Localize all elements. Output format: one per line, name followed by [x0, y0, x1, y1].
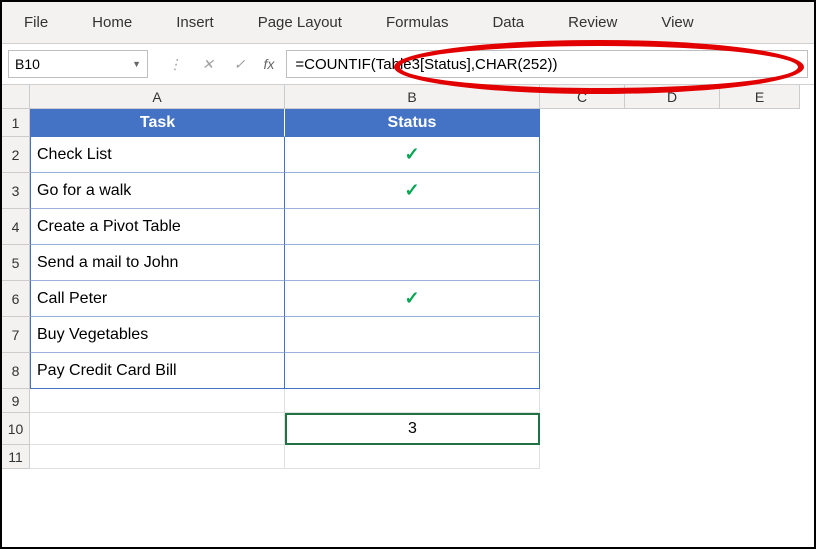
col-header-E[interactable]: E [720, 85, 800, 109]
cell-A9[interactable] [30, 389, 285, 413]
col-header-A[interactable]: A [30, 85, 285, 109]
cell-B4[interactable] [285, 209, 540, 245]
cell-B3[interactable]: ✓ [285, 173, 540, 209]
ellipsis-icon[interactable]: ⋮ [158, 53, 192, 76]
col-D-area[interactable] [625, 109, 720, 469]
cell-A7[interactable]: Buy Vegetables [30, 317, 285, 353]
row-headers: 1 2 3 4 5 6 7 8 9 10 11 [2, 109, 30, 539]
fx-icon[interactable]: fx [255, 53, 282, 75]
cell-B7[interactable] [285, 317, 540, 353]
formula-input[interactable]: =COUNTIF(Table3[Status],CHAR(252)) [286, 50, 808, 78]
cell-B5[interactable] [285, 245, 540, 281]
ribbon-tab-formulas[interactable]: Formulas [364, 6, 471, 39]
cell-A11[interactable] [30, 445, 285, 469]
ribbon-tabs: File Home Insert Page Layout Formulas Da… [2, 2, 814, 44]
formula-icons: ⋮ ✕ ✓ [158, 53, 255, 76]
cell-B10-selected[interactable]: 3 [285, 413, 540, 445]
cell-B8[interactable] [285, 353, 540, 389]
ribbon-tab-home[interactable]: Home [70, 6, 154, 39]
cell-B2[interactable]: ✓ [285, 137, 540, 173]
col-C-area[interactable] [540, 109, 625, 469]
name-box-value: B10 [15, 56, 40, 72]
row-header-6[interactable]: 6 [2, 281, 30, 317]
row-header-7[interactable]: 7 [2, 317, 30, 353]
cell-A2[interactable]: Check List [30, 137, 285, 173]
row-header-4[interactable]: 4 [2, 209, 30, 245]
col-header-B[interactable]: B [285, 85, 540, 109]
row-header-2[interactable]: 2 [2, 137, 30, 173]
row-header-10[interactable]: 10 [2, 413, 30, 445]
row-header-1[interactable]: 1 [2, 109, 30, 137]
cell-A4[interactable]: Create a Pivot Table [30, 209, 285, 245]
cell-B9[interactable] [285, 389, 540, 413]
enter-icon[interactable]: ✓ [224, 53, 256, 76]
cell-A5[interactable]: Send a mail to John [30, 245, 285, 281]
row-header-11[interactable]: 11 [2, 445, 30, 469]
ribbon-tab-pagelayout[interactable]: Page Layout [236, 6, 364, 39]
cancel-icon[interactable]: ✕ [192, 53, 224, 76]
table-header-task[interactable]: Task [30, 109, 285, 137]
cell-A8[interactable]: Pay Credit Card Bill [30, 353, 285, 389]
col-header-C[interactable]: C [540, 85, 625, 109]
ribbon-tab-review[interactable]: Review [546, 6, 639, 39]
row-header-3[interactable]: 3 [2, 173, 30, 209]
cell-B6[interactable]: ✓ [285, 281, 540, 317]
row-header-8[interactable]: 8 [2, 353, 30, 389]
cell-A3[interactable]: Go for a walk [30, 173, 285, 209]
cell-B11[interactable] [285, 445, 540, 469]
row-header-9[interactable]: 9 [2, 389, 30, 413]
col-header-D[interactable]: D [625, 85, 720, 109]
cells-area[interactable]: Task Status Check List ✓ Go for a walk ✓… [30, 109, 800, 539]
select-all-corner[interactable] [2, 85, 30, 109]
ribbon-tab-view[interactable]: View [639, 6, 715, 39]
cell-A6[interactable]: Call Peter [30, 281, 285, 317]
formula-bar: B10 ▼ ⋮ ✕ ✓ fx =COUNTIF(Table3[Status],C… [2, 44, 814, 85]
ribbon-tab-file[interactable]: File [2, 6, 70, 39]
chevron-down-icon[interactable]: ▼ [132, 59, 141, 69]
ribbon-tab-data[interactable]: Data [470, 6, 546, 39]
cell-A10[interactable] [30, 413, 285, 445]
table-header-status[interactable]: Status [285, 109, 540, 137]
ribbon-tab-insert[interactable]: Insert [154, 6, 236, 39]
row-header-5[interactable]: 5 [2, 245, 30, 281]
formula-text: =COUNTIF(Table3[Status],CHAR(252)) [295, 56, 557, 73]
col-E-area[interactable] [720, 109, 800, 469]
name-box[interactable]: B10 ▼ [8, 50, 148, 78]
